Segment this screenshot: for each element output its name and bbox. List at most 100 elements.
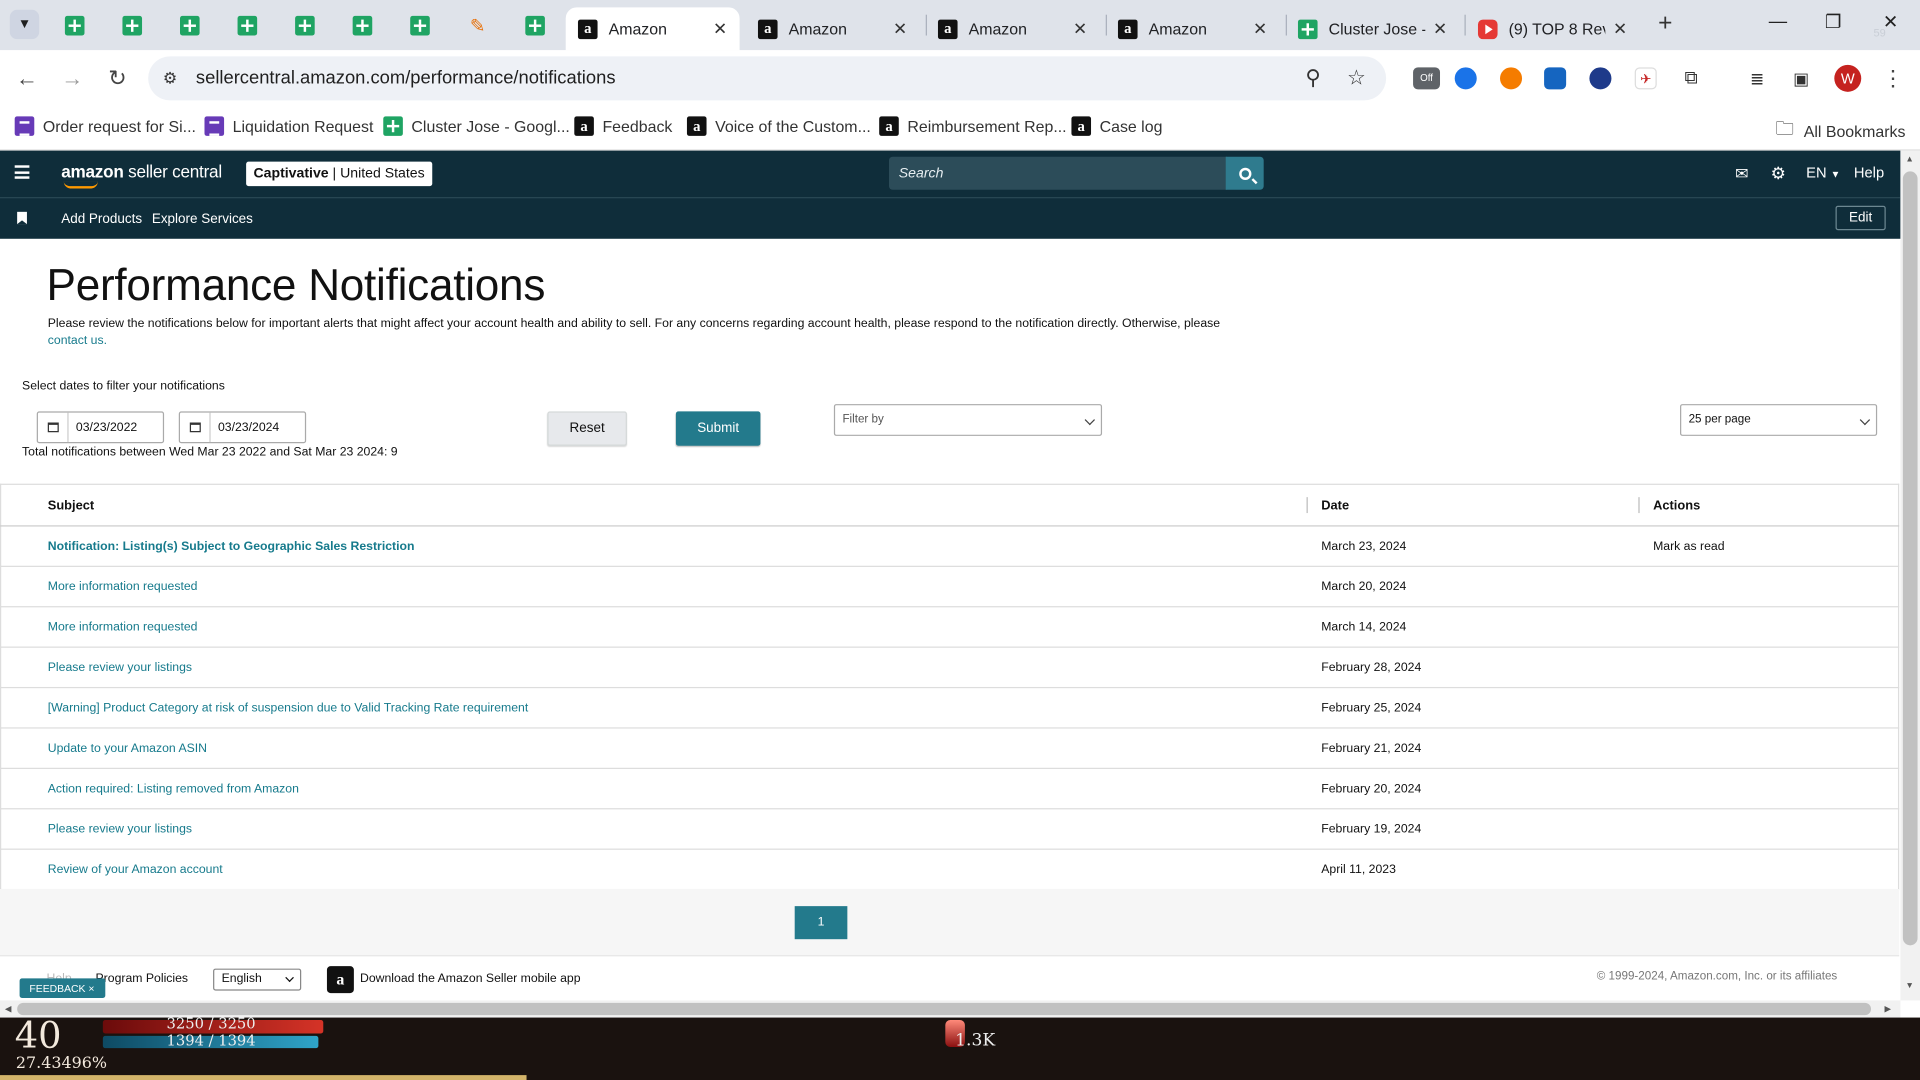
amazon-app-icon[interactable]: a <box>326 966 354 994</box>
notification-subject-link[interactable]: More information requested <box>48 567 198 606</box>
footer-language-select[interactable]: English <box>213 968 302 991</box>
close-tab-icon[interactable]: ✕ <box>1253 18 1267 39</box>
horizontal-scroll-thumb[interactable] <box>17 1002 1872 1016</box>
bookmark-item[interactable]: Order request for Si... <box>14 116 196 136</box>
pinned-tab-sheets-3[interactable] <box>173 10 207 42</box>
pinned-tab-sheets-2[interactable] <box>115 10 149 42</box>
profile-avatar[interactable]: W <box>1834 64 1862 92</box>
vertical-scroll-thumb[interactable] <box>1902 171 1918 946</box>
close-tab-icon[interactable]: ✕ <box>893 18 907 39</box>
nav-add-products[interactable]: Add Products <box>61 212 142 227</box>
extension-dark-icon[interactable] <box>1589 67 1612 90</box>
notification-subject-link[interactable]: Please review your listings <box>48 648 192 687</box>
bookmark-item[interactable]: Cluster Jose - Googl... <box>383 116 570 136</box>
address-bar[interactable]: ⚙ sellercentral.amazon.com/performance/n… <box>148 56 1387 101</box>
pinned-tab-sheets-7[interactable] <box>403 10 437 42</box>
tab-search-button[interactable]: ▼ <box>9 9 40 40</box>
pinned-tab-sheets-4[interactable] <box>230 10 264 42</box>
per-page-select[interactable]: 25 per page <box>1680 404 1878 436</box>
browser-menu-icon[interactable]: ⋮ <box>1880 65 1907 92</box>
bookmark-star-icon[interactable]: ☆ <box>1347 66 1366 90</box>
end-date-field[interactable] <box>178 411 307 444</box>
column-header-date[interactable]: Date <box>1321 485 1349 525</box>
language-selector[interactable]: EN ▼ <box>1806 164 1840 181</box>
scroll-up-icon[interactable]: ▲ <box>1905 156 1913 165</box>
bookmark-icon[interactable] <box>17 211 27 225</box>
side-panel-icon[interactable]: ▣ <box>1790 67 1813 90</box>
download-app-link[interactable]: Download the Amazon Seller mobile app <box>360 972 581 985</box>
close-tab-icon[interactable]: ✕ <box>1073 18 1087 39</box>
tab-amazon-4[interactable]: a Amazon ✕ <box>1106 7 1280 50</box>
mail-icon[interactable]: ✉ <box>1735 164 1748 184</box>
extensions-puzzle-icon[interactable]: ⧉ <box>1680 67 1703 90</box>
mark-as-read-link[interactable]: Mark as read <box>1653 527 1724 566</box>
media-control-icon[interactable]: ≣ <box>1746 67 1769 90</box>
nav-explore-services[interactable]: Explore Services <box>152 212 253 227</box>
notification-subject-link[interactable]: Please review your listings <box>48 809 192 848</box>
tab-youtube[interactable]: (9) TOP 8 Rev ✕ <box>1466 7 1640 50</box>
extension-orange-icon[interactable] <box>1500 67 1523 90</box>
close-tab-icon[interactable]: ✕ <box>1433 18 1447 39</box>
start-date-input[interactable] <box>69 412 158 443</box>
program-policies-link[interactable]: Program Policies <box>96 972 189 985</box>
tab-cluster-jose[interactable]: Cluster Jose - ✕ <box>1286 7 1460 50</box>
end-date-input[interactable] <box>211 412 301 443</box>
close-tab-icon[interactable]: ✕ <box>1613 18 1627 39</box>
submit-button[interactable]: Submit <box>675 411 761 446</box>
calendar-icon[interactable] <box>180 412 211 443</box>
pinned-tab-editor[interactable]: ✎ <box>460 10 494 42</box>
close-tab-icon[interactable]: ✕ <box>713 18 727 39</box>
notification-subject-link[interactable]: Action required: Listing removed from Am… <box>48 769 299 808</box>
pinned-tab-sheets-5[interactable] <box>288 10 322 42</box>
notification-subject-link[interactable]: More information requested <box>48 607 198 646</box>
bookmark-item[interactable]: a Reimbursement Rep... <box>879 116 1067 136</box>
restore-button[interactable]: ❐ <box>1815 11 1852 33</box>
tab-amazon-active[interactable]: a Amazon ✕ <box>565 7 740 51</box>
pinned-tab-sheets-8[interactable] <box>518 10 552 42</box>
gear-icon[interactable]: ⚙ <box>1771 163 1786 184</box>
extension-red-icon[interactable]: ✈ <box>1634 67 1657 90</box>
notification-subject-link[interactable]: Notification: Listing(s) Subject to Geog… <box>48 527 415 566</box>
search-input[interactable] <box>888 156 1227 190</box>
start-date-field[interactable] <box>36 411 165 444</box>
bookmark-item[interactable]: a Feedback <box>574 116 672 136</box>
url-text[interactable]: sellercentral.amazon.com/performance/not… <box>196 67 616 88</box>
new-tab-button[interactable]: + <box>1652 11 1679 38</box>
column-header-subject[interactable]: Subject <box>48 485 94 525</box>
hamburger-menu-icon[interactable] <box>14 165 30 179</box>
notification-subject-link[interactable]: [Warning] Product Category at risk of su… <box>48 688 529 727</box>
store-switcher[interactable]: Captivative | United States <box>246 161 432 187</box>
pinned-tab-sheets-1[interactable] <box>58 10 92 42</box>
reset-button[interactable]: Reset <box>547 411 627 446</box>
minimize-button[interactable]: — <box>1760 11 1797 32</box>
help-link[interactable]: Help <box>1854 164 1884 181</box>
pinned-tab-sheets-6[interactable] <box>345 10 379 42</box>
notification-subject-link[interactable]: Review of your Amazon account <box>48 850 223 889</box>
extension-off-icon[interactable]: Off <box>1413 67 1441 90</box>
site-info-icon[interactable]: ⚙ <box>163 69 177 89</box>
notification-subject-link[interactable]: Update to your Amazon ASIN <box>48 729 207 768</box>
contact-us-link[interactable]: contact us. <box>48 334 107 347</box>
calendar-icon[interactable] <box>38 412 69 443</box>
extension-grid-icon[interactable] <box>1544 67 1567 90</box>
page-1-button[interactable]: 1 <box>794 906 848 940</box>
scroll-left-icon[interactable]: ◀ <box>5 1004 12 1014</box>
all-bookmarks[interactable]: 🗀 All Bookmarks <box>1776 116 1906 147</box>
scroll-right-icon[interactable]: ▶ <box>1885 1004 1892 1014</box>
extension-blue-icon[interactable] <box>1454 67 1477 90</box>
scroll-down-icon[interactable]: ▼ <box>1905 982 1913 991</box>
bookmark-item[interactable]: a Voice of the Custom... <box>686 116 871 136</box>
search-button[interactable] <box>1225 156 1264 190</box>
zoom-icon[interactable]: ⚲ <box>1305 66 1320 90</box>
reload-button[interactable]: ↻ <box>104 65 131 92</box>
tab-amazon-3[interactable]: a Amazon ✕ <box>926 7 1100 50</box>
tab-amazon-2[interactable]: a Amazon ✕ <box>746 7 920 50</box>
seller-central-logo[interactable]: amazon seller central <box>61 162 222 189</box>
edit-nav-button[interactable]: Edit <box>1835 205 1886 231</box>
bookmark-item[interactable]: Liquidation Request <box>204 116 373 136</box>
filter-by-select[interactable]: Filter by <box>833 404 1103 436</box>
back-button[interactable]: ← <box>13 65 40 92</box>
bookmark-item[interactable]: a Case log <box>1071 116 1162 136</box>
forward-button[interactable]: → <box>59 65 86 92</box>
feedback-button[interactable]: FEEDBACK × <box>19 978 106 998</box>
